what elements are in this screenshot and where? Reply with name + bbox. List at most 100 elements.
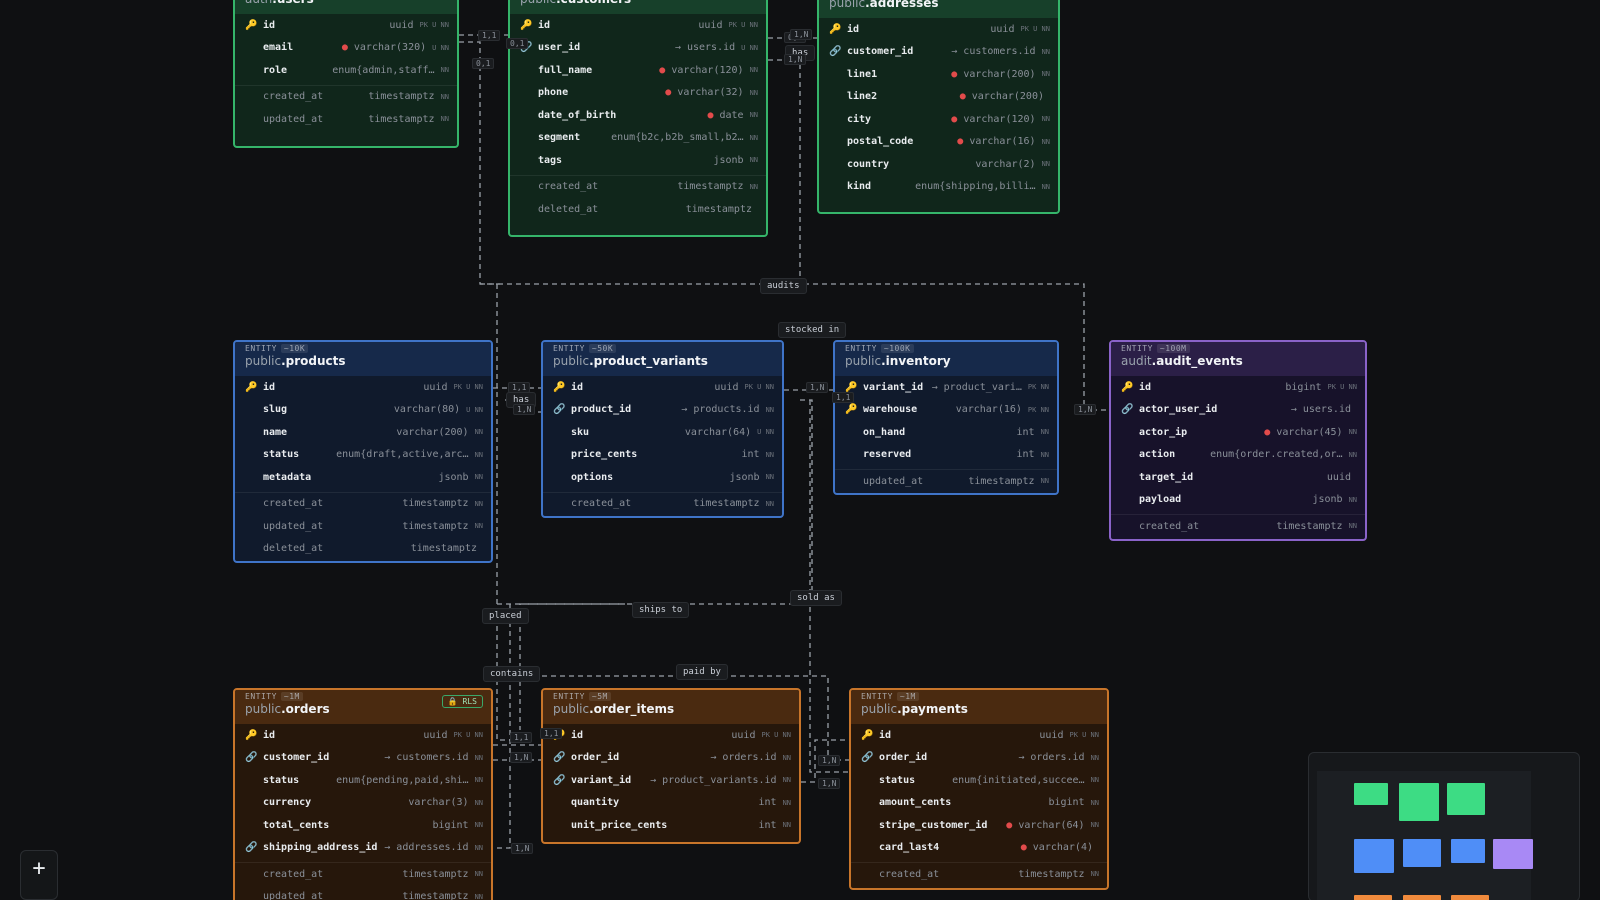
- field-row[interactable]: line1 ● varchar(200) NN: [819, 63, 1058, 86]
- field-row[interactable]: 🔑iduuidPK U NN: [819, 18, 1058, 41]
- entity-header[interactable]: ENTITY ~5M public.order_items: [543, 690, 799, 724]
- field-row[interactable]: 🔑 id bigint PK U NN: [1111, 376, 1365, 399]
- zoom-in-button[interactable]: +: [20, 850, 58, 900]
- entity-header[interactable]: ENTITY~100K public.customers🔒 RLS: [510, 0, 766, 14]
- entity-header[interactable]: ENTITY ~10K public.products: [235, 342, 491, 376]
- field-row[interactable]: city ● varchar(120) NN: [819, 108, 1058, 131]
- entity-users[interactable]: ENTITY~100K auth.users 🔑 id uuid PK U NN emai…: [233, 0, 459, 148]
- field-row[interactable]: stripe_customer_id ● varchar(64) NN: [851, 814, 1107, 837]
- entity-inventory[interactable]: ENTITY ~100K public.inventory 🔑 variant_id →…: [833, 340, 1059, 495]
- field-row[interactable]: 🔑iduuidPK U NN: [543, 376, 782, 399]
- field-row[interactable]: 🔑iduuidPK U NN: [235, 724, 491, 747]
- field-row[interactable]: total_cents bigint NN: [235, 814, 491, 837]
- entity-audit-events[interactable]: ENTITY ~100M audit.audit_events 🔑 id bigint P…: [1109, 340, 1367, 541]
- edge-label[interactable]: sold as: [790, 590, 842, 606]
- entity-order-items[interactable]: ENTITY~5M public.order_items🔑iduuidPK U …: [541, 688, 801, 844]
- field-row[interactable]: status enum{pending,paid,shi… NN: [235, 769, 491, 792]
- field-row[interactable]: 🔗 order_id → orders.id NN: [543, 747, 799, 770]
- field-row[interactable]: created_at timestamptz NN: [235, 84, 457, 109]
- entity-header[interactable]: ENTITY~300K public.addresses: [819, 0, 1058, 18]
- edge-customers-audit[interactable]: [768, 59, 801, 284]
- edge-label[interactable]: audits: [760, 278, 807, 294]
- minimap[interactable]: [1308, 752, 1580, 900]
- field-row[interactable]: 🔗 product_id → products.id NN: [543, 399, 782, 422]
- field-row[interactable]: created_at timestamptz NN: [235, 862, 491, 886]
- field-row[interactable]: 🔑 warehouse varchar(16) PK NN: [835, 399, 1057, 422]
- entity-orders[interactable]: ENTITY ~1M public.orders 🔒 RLS 🔑 id uuid PK U …: [233, 688, 493, 900]
- field-row[interactable]: deleted_at timestamptz: [235, 538, 491, 561]
- field-row[interactable]: metadata jsonb NN: [235, 466, 491, 489]
- field-row[interactable]: created_at timestamptz NN: [1111, 514, 1365, 538]
- field-row[interactable]: actor_ip ● varchar(45) NN: [1111, 421, 1365, 444]
- edge-label[interactable]: ships to: [632, 602, 690, 618]
- field-row[interactable]: target_id uuid: [1111, 466, 1365, 489]
- edge-label[interactable]: paid by: [676, 664, 728, 680]
- field-row[interactable]: created_at timestamptz NN: [851, 862, 1107, 886]
- field-row[interactable]: full_name ● varchar(120) NN: [510, 59, 766, 82]
- entity-product-variants[interactable]: ENTITY ~50K public.product_variants 🔑 id uui…: [541, 340, 784, 518]
- field-row[interactable]: 🔗user_id→ users.idU NN: [510, 37, 766, 60]
- field-row[interactable]: price_cents int NN: [543, 444, 782, 467]
- entity-header[interactable]: ENTITY ~100K public.inventory: [835, 342, 1057, 376]
- field-row[interactable]: 🔗 variant_id → product_variants.id NN: [543, 769, 799, 792]
- field-row[interactable]: postal_code ● varchar(16) NN: [819, 131, 1058, 154]
- field-row[interactable]: unit_price_cents int NN: [543, 814, 799, 837]
- field-row[interactable]: 🔗 order_id → orders.id NN: [851, 747, 1107, 770]
- field-row[interactable]: amount_cents bigint NN: [851, 792, 1107, 815]
- field-row[interactable]: email ● varchar(320) U NN: [235, 37, 457, 60]
- edge-label[interactable]: stocked in: [778, 322, 847, 338]
- field-row[interactable]: 🔗 customer_id → customers.id NN: [235, 747, 491, 770]
- field-row[interactable]: updated_at timestamptz NN: [235, 108, 457, 131]
- field-row[interactable]: on_hand int NN: [835, 421, 1057, 444]
- edge-orders-addresses[interactable]: [493, 604, 511, 849]
- field-row[interactable]: updated_at timestamptz NN: [835, 469, 1057, 493]
- edge-label[interactable]: placed: [482, 608, 529, 624]
- field-row[interactable]: line2 ● varchar(200): [819, 86, 1058, 109]
- field-row[interactable]: deleted_at timestamptz: [510, 198, 766, 221]
- field-row[interactable]: 🔑iduuidPK U NN: [235, 376, 491, 399]
- entity-products[interactable]: ENTITY ~10K public.products 🔑 id uuid PK U NN…: [233, 340, 493, 563]
- field-row[interactable]: 🔗 shipping_address_id → addresses.id NN: [235, 837, 491, 860]
- entity-header[interactable]: ENTITY ~1M public.payments: [851, 690, 1107, 724]
- field-row[interactable]: updated_at timestamptz NN: [235, 515, 491, 538]
- field-row[interactable]: updated_at timestamptz NN: [235, 886, 491, 900]
- field-row[interactable]: options jsonb NN: [543, 466, 782, 489]
- field-row[interactable]: phone ● varchar(32) NN: [510, 82, 766, 105]
- field-row[interactable]: payload jsonb NN: [1111, 489, 1365, 512]
- entity-payments[interactable]: ENTITY ~1M public.payments 🔑 id uuid PK U NN 🔗…: [849, 688, 1109, 890]
- field-row[interactable]: quantity int NN: [543, 792, 799, 815]
- field-row[interactable]: 🔑iduuidPK U NN: [510, 14, 766, 37]
- field-row[interactable]: date_of_birth ● date NN: [510, 104, 766, 127]
- field-row[interactable]: name varchar(200) NN: [235, 421, 491, 444]
- field-row[interactable]: currency varchar(3) NN: [235, 792, 491, 815]
- field-row[interactable]: status enum{initiated,succee… NN: [851, 769, 1107, 792]
- edge-label[interactable]: contains: [483, 666, 541, 682]
- entity-header[interactable]: ENTITY ~1M public.orders 🔒 RLS: [235, 690, 491, 724]
- field-row[interactable]: 🔑 variant_id → product_vari… PK NN: [835, 376, 1057, 399]
- field-row[interactable]: reserved int NN: [835, 444, 1057, 467]
- field-row[interactable]: 🔗 actor_user_id → users.id: [1111, 399, 1365, 422]
- field-row[interactable]: card_last4 ● varchar(4): [851, 837, 1107, 860]
- diagram-canvas[interactable]: ENTITY~100K auth.users🔑iduuidPK U NNemai…: [0, 0, 1600, 900]
- field-row[interactable]: status enum{draft,active,arc… NN: [235, 444, 491, 467]
- field-row[interactable]: created_at timestamptz NN: [510, 174, 766, 199]
- entity-addresses[interactable]: ENTITY~300K public.addresses 🔑 id uuid PK U …: [817, 0, 1060, 214]
- edge-users-audit[interactable]: [459, 41, 500, 285]
- entity-header[interactable]: ENTITY~100K auth.users: [235, 0, 457, 14]
- field-row[interactable]: 🔑iduuidPK U NN: [235, 14, 457, 37]
- entity-header[interactable]: ENTITY ~100M audit.audit_events: [1111, 342, 1365, 376]
- field-row[interactable]: tags jsonb NN: [510, 149, 766, 172]
- entity-header[interactable]: ENTITY ~50K public.product_variants: [543, 342, 782, 376]
- field-row[interactable]: sku varchar(64) U NN: [543, 421, 782, 444]
- field-row[interactable]: kind enum{shipping,billi… NN: [819, 176, 1058, 199]
- field-row[interactable]: 🔑iduuidPK U NN: [543, 724, 799, 747]
- field-row[interactable]: segment enum{b2c,b2b_small,b2… NN: [510, 127, 766, 150]
- field-row[interactable]: country varchar(2) NN: [819, 153, 1058, 176]
- field-row[interactable]: created_at timestamptz NN: [235, 491, 491, 516]
- field-row[interactable]: role enum{admin,staff… NN: [235, 59, 457, 82]
- field-row[interactable]: slug varchar(80) U NN: [235, 399, 491, 422]
- field-row[interactable]: 🔗 customer_id → customers.id NN: [819, 41, 1058, 64]
- field-row[interactable]: 🔑iduuidPK U NN: [851, 724, 1107, 747]
- field-row[interactable]: action enum{order.created,or… NN: [1111, 444, 1365, 467]
- entity-customers[interactable]: ENTITY~100K public.customers🔒 RLS 🔑 id uuid…: [508, 0, 768, 237]
